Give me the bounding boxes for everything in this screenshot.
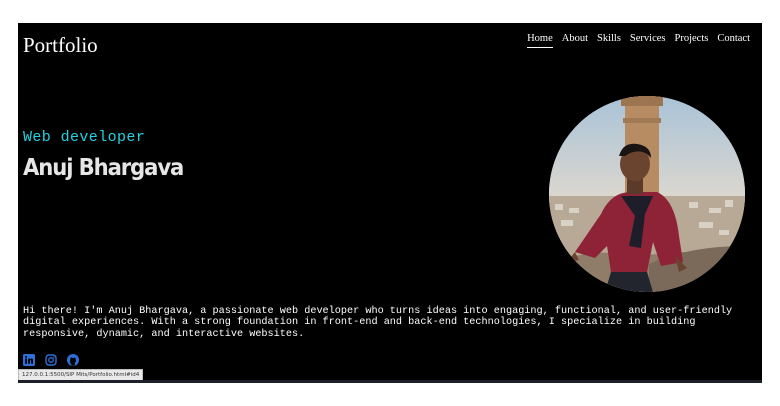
social-links: [23, 351, 79, 366]
profile-photo: [549, 96, 745, 292]
linkedin-icon[interactable]: [23, 351, 35, 366]
brand-logo[interactable]: Portfolio: [23, 33, 98, 57]
instagram-icon[interactable]: [45, 351, 57, 366]
nav-contact-link[interactable]: Contact: [717, 32, 750, 48]
hero-role: Web developer: [23, 129, 146, 146]
profile-photo-illustration: [549, 96, 745, 292]
hero-name: Anuj Bhargava: [23, 155, 184, 181]
hero-intro: Hi there! I'm Anuj Bhargava, a passionat…: [23, 306, 733, 340]
nav-services-link[interactable]: Services: [630, 32, 666, 48]
portfolio-page: Portfolio Home About Skills Services Pro…: [18, 23, 762, 380]
nav-projects-link[interactable]: Projects: [675, 32, 709, 48]
browser-bottom-bar: [18, 380, 762, 383]
main-nav: Home About Skills Services Projects Cont…: [527, 32, 750, 48]
nav-about-link[interactable]: About: [562, 32, 588, 48]
github-icon[interactable]: [67, 351, 79, 366]
nav-home-link[interactable]: Home: [527, 32, 553, 48]
nav-skills-link[interactable]: Skills: [597, 32, 621, 48]
